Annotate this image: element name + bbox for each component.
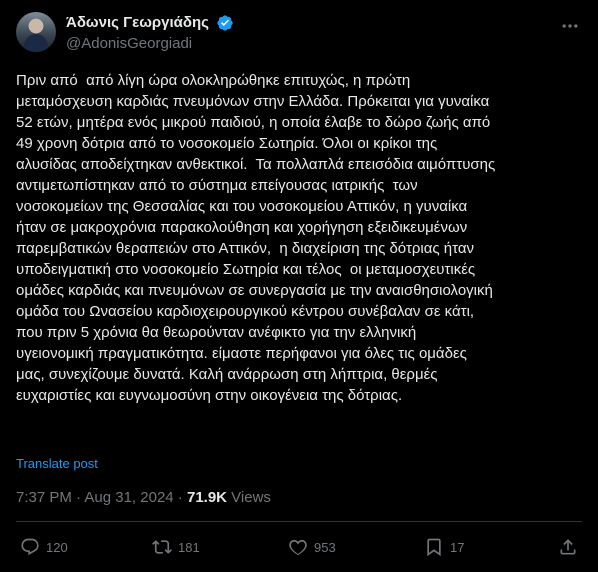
tweet-text: Πριν από από λίγη ώρα ολοκληρώθηκε επιτυ… (16, 72, 496, 404)
like-count: 953 (314, 539, 336, 555)
author-display-name[interactable]: Άδωνις Γεωργιάδης (66, 13, 209, 32)
repost-button[interactable]: 181 (152, 537, 200, 557)
meta-separator-2: · (173, 489, 187, 506)
reply-button[interactable]: 120 (20, 537, 68, 557)
tweet-time[interactable]: 7:37 PM (16, 489, 72, 506)
bookmark-button[interactable]: 17 (424, 537, 464, 557)
reply-count: 120 (46, 539, 68, 555)
tweet-date[interactable]: Aug 31, 2024 (84, 489, 173, 506)
author-handle[interactable]: @AdonisGeorgiadi (66, 34, 234, 54)
bookmark-count: 17 (450, 539, 465, 555)
share-icon (560, 539, 576, 555)
avatar[interactable] (16, 12, 56, 52)
heart-icon (289, 539, 307, 556)
meta-separator: · (71, 489, 85, 506)
repost-icon (152, 540, 172, 554)
divider (16, 521, 582, 522)
views-label: Views (227, 489, 271, 506)
tweet-header: Άδωνις Γεωργιάδης @AdonisGeorgiadi (16, 12, 582, 56)
more-options-icon[interactable] (560, 16, 580, 36)
bookmark-icon (427, 538, 441, 557)
share-button[interactable] (558, 537, 578, 557)
tweet-metadata: 7:37 PM · Aug 31, 2024 · 71.9K Views (16, 489, 271, 506)
action-bar: 120 181 953 17 (16, 529, 582, 565)
translate-post-link[interactable]: Translate post (16, 456, 98, 471)
reply-icon (21, 538, 39, 556)
views-count: 71.9K (186, 489, 228, 506)
verified-badge-icon (217, 14, 234, 31)
author-info: Άδωνις Γεωργιάδης @AdonisGeorgiadi (66, 13, 234, 54)
repost-count: 181 (178, 539, 200, 555)
like-button[interactable]: 953 (288, 537, 336, 557)
